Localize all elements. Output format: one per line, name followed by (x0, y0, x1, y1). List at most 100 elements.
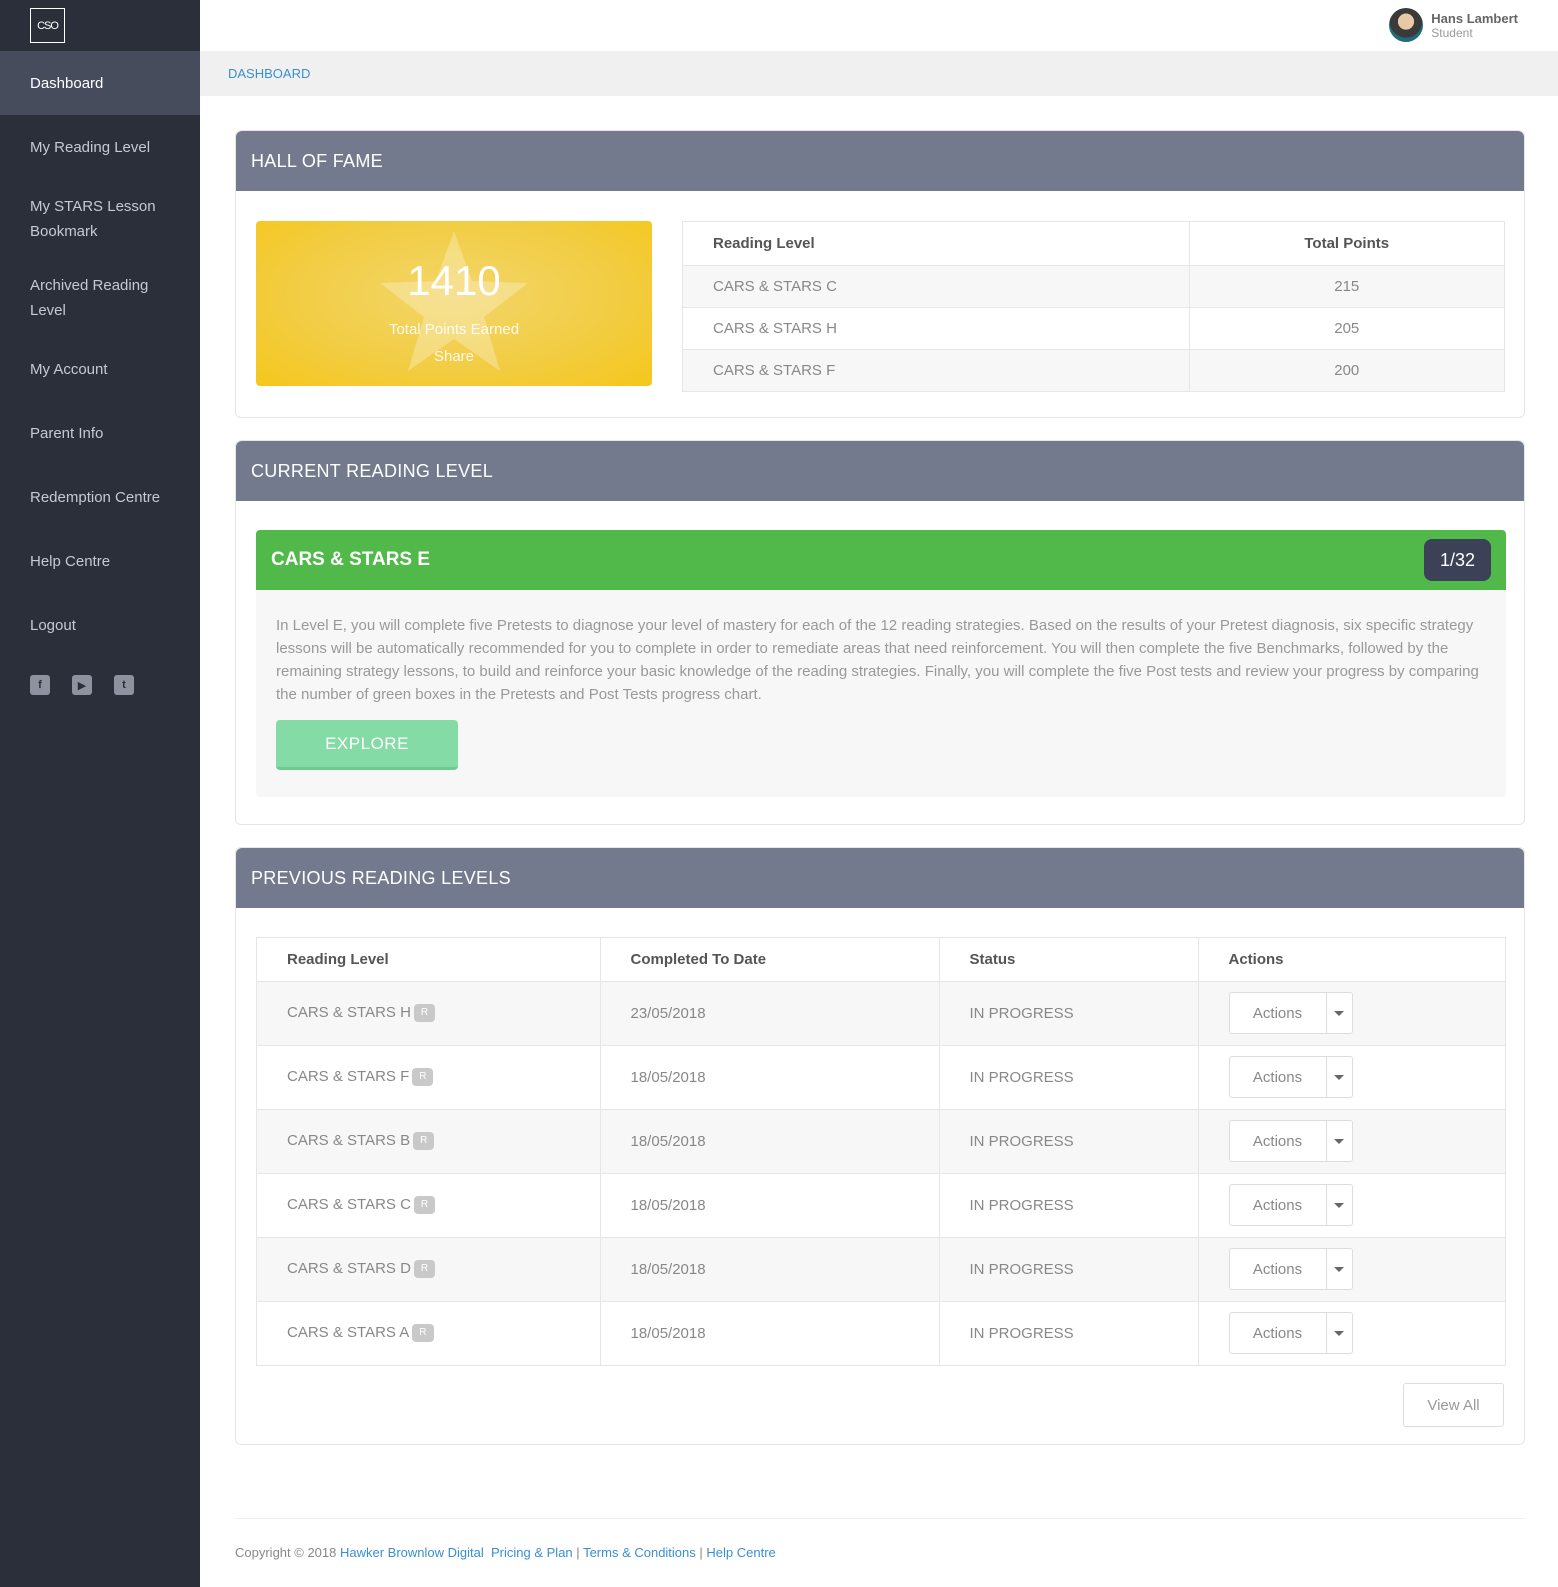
sidebar-item-stars-lesson-bookmark[interactable]: My STARS Lesson Bookmark (0, 179, 200, 258)
actions-dropdown[interactable]: Actions (1228, 1248, 1353, 1290)
company-link[interactable]: Hawker Brownlow Digital (340, 1545, 484, 1560)
sidebar: CSO Dashboard My Reading Level My STARS … (0, 0, 200, 1587)
r-badge: R (412, 1324, 434, 1343)
caret-down-icon (1334, 1330, 1344, 1336)
sidebar-item-my-reading-level[interactable]: My Reading Level (0, 115, 200, 179)
user-menu[interactable]: Hans Lambert Student (1389, 8, 1518, 42)
points-cell: 215 (1188, 264, 1504, 307)
footer-separator: | (576, 1545, 580, 1560)
breadcrumb[interactable]: DASHBOARD (228, 66, 310, 81)
table-row: CARS & STARS F 200 (683, 348, 1504, 391)
caret-down-icon (1334, 1010, 1344, 1016)
reading-level-cell: CARS & STARS H (683, 306, 1189, 349)
status-cell: IN PROGRESS (938, 1044, 1198, 1109)
avatar (1389, 8, 1424, 42)
sidebar-item-label: My Reading Level (30, 138, 151, 156)
sidebar-item-help-centre[interactable]: Help Centre (0, 529, 200, 593)
sidebar-item-parent-info[interactable]: Parent Info (0, 401, 200, 465)
total-points-label: Total Points Earned (388, 321, 520, 338)
topbar: Hans Lambert Student (200, 0, 1558, 51)
table-row: CARS & STARS BR 18/05/2018 IN PROGRESS A… (257, 1108, 1505, 1173)
sidebar-item-archived-reading-level[interactable]: Archived Reading Level (0, 258, 200, 337)
twitter-icon[interactable]: t (114, 675, 134, 695)
explore-button[interactable]: EXPLORE (276, 720, 458, 770)
hall-of-fame-panel: HALL OF FAME 1410 Total Points Earned Sh… (235, 130, 1525, 418)
r-badge: R (412, 1068, 434, 1087)
footer-divider (235, 1518, 1525, 1519)
actions-toggle[interactable] (1327, 1313, 1352, 1353)
column-header: Actions (1197, 938, 1505, 982)
actions-dropdown[interactable]: Actions (1228, 1120, 1353, 1162)
sidebar-item-label: Parent Info (30, 424, 104, 442)
actions-button[interactable]: Actions (1230, 1057, 1327, 1097)
table-row: CARS & STARS H 205 (683, 306, 1504, 349)
sidebar-item-label: Archived Reading Level (30, 276, 149, 319)
youtube-icon[interactable]: ▶ (72, 675, 92, 695)
level-header: CARS & STARS E 1/32 (256, 530, 1506, 590)
help-centre-link[interactable]: Help Centre (706, 1545, 775, 1560)
footer-separator: | (699, 1545, 703, 1560)
column-header: Reading Level (257, 938, 600, 982)
r-badge: R (413, 1196, 436, 1215)
sidebar-item-logout[interactable]: Logout (0, 593, 200, 657)
status-cell: IN PROGRESS (938, 980, 1198, 1045)
actions-toggle[interactable] (1327, 1121, 1352, 1161)
previous-levels-table: Reading Level Completed To Date Status A… (256, 937, 1506, 1366)
actions-dropdown[interactable]: Actions (1228, 1056, 1353, 1098)
actions-dropdown[interactable]: Actions (1228, 1184, 1353, 1226)
actions-button[interactable]: Actions (1230, 1313, 1327, 1354)
actions-cell: Actions (1197, 1300, 1505, 1365)
breadcrumb-bar: DASHBOARD (200, 51, 1558, 96)
share-link[interactable]: Share (256, 348, 652, 365)
facebook-icon[interactable]: f (30, 675, 50, 695)
column-header: Reading Level (683, 222, 1189, 266)
date-cell: 23/05/2018 (599, 980, 939, 1045)
points-cell: 205 (1188, 306, 1504, 349)
actions-toggle[interactable] (1327, 993, 1352, 1033)
sidebar-item-redemption-centre[interactable]: Redemption Centre (0, 465, 200, 529)
previous-reading-levels-panel: PREVIOUS READING LEVELS Reading Level Co… (235, 847, 1525, 1445)
actions-toggle[interactable] (1327, 1057, 1352, 1097)
actions-cell: Actions (1197, 980, 1505, 1045)
reading-level-cell: CARS & STARS AR (257, 1300, 600, 1365)
reading-level-name: CARS & STARS C (287, 1195, 411, 1213)
actions-toggle[interactable] (1327, 1185, 1352, 1225)
points-card: 1410 Total Points Earned Share (256, 221, 652, 386)
status-cell: IN PROGRESS (938, 1108, 1198, 1173)
actions-cell: Actions (1197, 1108, 1505, 1173)
sidebar-item-dashboard[interactable]: Dashboard (0, 51, 200, 115)
copyright-text: Copyright © 2018 (235, 1545, 337, 1560)
actions-button[interactable]: Actions (1230, 1249, 1327, 1289)
status-cell: IN PROGRESS (938, 1300, 1198, 1365)
date-cell: 18/05/2018 (599, 1236, 939, 1301)
logo[interactable]: CSO (30, 8, 65, 43)
total-points-value: 1410 (407, 257, 501, 304)
actions-button[interactable]: Actions (1230, 1121, 1327, 1161)
actions-dropdown[interactable]: Actions (1228, 1312, 1353, 1355)
terms-conditions-link[interactable]: Terms & Conditions (583, 1545, 696, 1560)
sidebar-item-label: Dashboard (30, 74, 104, 92)
table-row: CARS & STARS DR 18/05/2018 IN PROGRESS A… (257, 1236, 1505, 1301)
level-description: In Level E, you will complete five Prete… (276, 617, 1479, 703)
sidebar-item-my-account[interactable]: My Account (0, 337, 200, 401)
table-row: CARS & STARS HR 23/05/2018 IN PROGRESS A… (257, 980, 1505, 1045)
user-role: Student (1431, 25, 1473, 40)
reading-level-name: CARS & STARS F (287, 1067, 410, 1085)
status-cell: IN PROGRESS (938, 1172, 1198, 1237)
reading-level-name: CARS & STARS D (287, 1259, 411, 1277)
reading-level-cell: CARS & STARS F (683, 348, 1189, 391)
reading-level-name: CARS & STARS H (287, 1003, 411, 1021)
actions-button[interactable]: Actions (1230, 993, 1327, 1033)
r-badge: R (413, 1132, 435, 1151)
social-links: f ▶ t (0, 657, 200, 695)
view-all-button[interactable]: View All (1403, 1383, 1504, 1427)
pricing-plan-link[interactable]: Pricing & Plan (491, 1545, 573, 1560)
actions-button[interactable]: Actions (1230, 1185, 1327, 1225)
hall-of-fame-table: Reading Level Total Points CARS & STARS … (682, 221, 1505, 392)
actions-dropdown[interactable]: Actions (1228, 992, 1353, 1034)
column-header: Total Points (1188, 222, 1504, 266)
level-progress-badge: 1/32 (1423, 539, 1491, 581)
actions-toggle[interactable] (1327, 1249, 1352, 1289)
r-badge: R (413, 1260, 436, 1279)
panel-title: CURRENT READING LEVEL (236, 441, 1524, 501)
